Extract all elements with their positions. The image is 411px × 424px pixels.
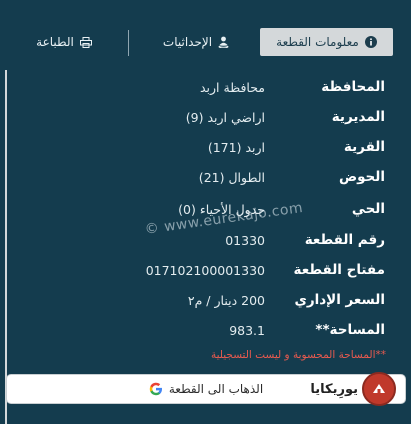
info-icon [364, 36, 377, 48]
row-value: اربد (171) [207, 139, 265, 155]
tab-parcel-info[interactable]: معلومات القطعة [260, 28, 393, 56]
row-label: رقم القطعة [304, 232, 385, 248]
row-basin: الحوض الطوال (21) [27, 162, 385, 192]
row-value: 200 دينار / م٢ [187, 292, 265, 308]
logo-text: يورِيكايا [310, 381, 358, 397]
location-person-icon [218, 36, 229, 48]
google-icon [149, 382, 163, 396]
row-value: 01330 [225, 232, 265, 248]
logo-mark-icon [362, 372, 396, 406]
row-value: 017102100001330 [145, 262, 265, 278]
row-label: الحوض [338, 169, 385, 185]
tab-print-label: الطباعة [36, 35, 74, 49]
tab-divider [128, 30, 129, 56]
row-label: القرية [343, 139, 385, 155]
area-note: **المساحة المحسوبة و ليست التسجيلية [210, 349, 386, 361]
row-governorate: المحافظة محافظة اربد [27, 72, 385, 102]
row-area: المساحة** 983.1 [27, 315, 385, 345]
row-value: 983.1 [229, 322, 265, 338]
printer-icon [79, 36, 92, 48]
row-village: القرية اربد (171) [27, 132, 385, 162]
row-label: السعر الإداري [294, 292, 385, 308]
tab-bar: معلومات القطعة الإحداثيات الطباعة [0, 0, 411, 58]
tab-coordinates[interactable]: الإحداثيات [132, 28, 260, 56]
row-directorate: المديرية اراضي اربد (9) [27, 102, 385, 132]
row-label: المحافظة [321, 79, 385, 95]
row-parcel-key: مفتاح القطعة 017102100001330 [27, 255, 385, 285]
tab-coordinates-label: الإحداثيات [162, 35, 213, 49]
eurekaya-logo: يورِيكايا [300, 371, 396, 407]
row-value: الطوال (21) [198, 169, 265, 185]
tab-print[interactable]: الطباعة [0, 28, 128, 56]
row-value: محافظة اربد [199, 79, 265, 95]
row-label: المديرية [331, 109, 385, 125]
go-to-parcel-label: الذهاب الى القطعة [168, 382, 264, 396]
tab-parcel-info-label: معلومات القطعة [276, 35, 359, 49]
row-admin-price: السعر الإداري 200 دينار / م٢ [27, 285, 385, 315]
row-label: مفتاح القطعة [293, 262, 385, 278]
row-label: المساحة** [315, 322, 385, 338]
row-value: اراضي اربد (9) [185, 109, 265, 125]
